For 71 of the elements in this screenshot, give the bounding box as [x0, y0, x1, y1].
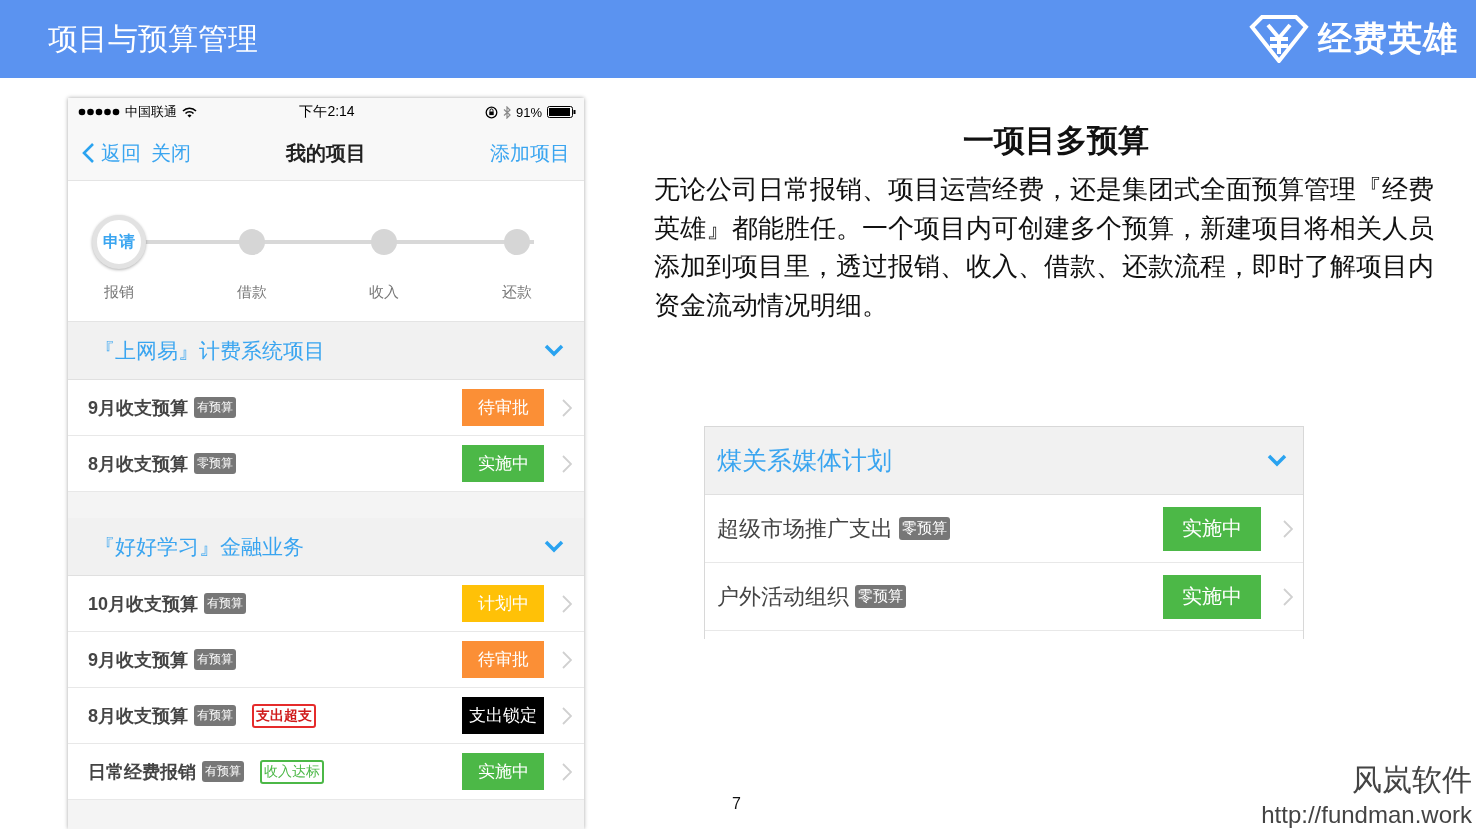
status-badge: 支出锁定	[462, 697, 544, 734]
group-title: 『好好学习』金融业务	[94, 533, 304, 560]
carrier-name: 中国联通	[125, 103, 177, 121]
step-label: 还款	[500, 283, 533, 302]
budget-name: 9月收支预算	[88, 648, 188, 672]
slide-title: 项目与预算管理	[48, 20, 258, 57]
budget-tag: 零预算	[194, 453, 236, 474]
budget-row[interactable]: 10月收支预算 有预算 计划中	[68, 576, 584, 632]
status-badge: 实施中	[1162, 574, 1261, 619]
company-name: 风岚软件	[1351, 762, 1472, 798]
page-number: 7	[732, 795, 741, 813]
budget-row[interactable]: 日常经费报销 有预算 收入达标 实施中	[68, 744, 584, 800]
status-badge: 实施中	[1162, 506, 1261, 551]
chevron-down-icon	[544, 540, 564, 553]
bluetooth-icon	[502, 105, 511, 119]
status-time: 下午2:14	[299, 103, 355, 121]
battery-icon	[547, 106, 576, 118]
budget-name: 8月收支预算	[88, 704, 188, 728]
chevron-right-icon	[562, 706, 572, 725]
signal-icon	[78, 108, 120, 116]
brand-name: 经费英雄	[1318, 18, 1458, 59]
chevron-right-icon	[562, 650, 572, 669]
budget-row[interactable]: 9月收支预算 有预算 待审批	[68, 380, 584, 436]
status-flag: 支出超支	[252, 703, 316, 728]
description-text: 无论公司日常报销、项目运营经费，还是集团式全面预算管理『经费英雄』都能胜任。一个项目内可创建多个预算，新建项目将相关人员添加到项目里，透过报销、收入、借款、还款流程，即时了解项目内资金流动情况明细。	[654, 173, 1435, 322]
step-label: 借款	[235, 283, 268, 302]
budget-row[interactable]: 8月收支预算 零预算 实施中	[68, 436, 584, 492]
step-dot[interactable]	[371, 229, 398, 255]
budget-name: 户外活动组织	[716, 582, 849, 611]
budget-tag: 有预算	[202, 761, 244, 782]
battery-percent: 91%	[515, 104, 542, 120]
budget-tag: 有预算	[204, 593, 247, 614]
rotation-lock-icon	[484, 105, 498, 119]
step-label: 报销	[103, 283, 135, 302]
chevron-right-icon	[1282, 519, 1293, 538]
step-dot[interactable]	[238, 229, 265, 255]
chevron-right-icon	[562, 594, 572, 613]
section-heading: 一项目多预算	[963, 122, 1149, 160]
budget-tag: 零预算	[898, 517, 950, 540]
chevron-right-icon	[562, 762, 572, 781]
status-badge: 待审批	[462, 389, 544, 426]
screen-title: 我的项目	[286, 140, 366, 166]
status-flag: 收入达标	[260, 759, 324, 784]
website-url: http://fundman.work	[1261, 801, 1472, 829]
chevron-down-icon	[544, 344, 564, 357]
group-title: 『上网易』计费系统项目	[94, 337, 325, 364]
budget-tag: 有预算	[194, 649, 236, 670]
budget-name: 超级市场推广支出	[716, 514, 893, 543]
chevron-right-icon	[562, 454, 572, 473]
status-badge: 计划中	[462, 585, 544, 622]
status-badge: 实施中	[462, 753, 544, 790]
logo-icon	[1248, 15, 1310, 63]
status-badge: 实施中	[462, 445, 544, 482]
chevron-down-icon	[1266, 454, 1287, 467]
group-title: 煤关系媒体计划	[716, 445, 892, 476]
budget-tag: 有预算	[194, 397, 236, 418]
budget-name: 日常经费报销	[88, 760, 196, 784]
step-label: 收入	[368, 283, 401, 302]
budget-name: 9月收支预算	[88, 396, 188, 420]
budget-row[interactable]: 9月收支预算 有预算 待审批	[68, 632, 584, 688]
budget-name: 10月收支预算	[88, 592, 199, 616]
back-icon	[82, 142, 95, 164]
chevron-right-icon	[562, 398, 572, 417]
budget-tag: 零预算	[854, 585, 906, 608]
status-badge: 待审批	[462, 641, 544, 678]
chevron-right-icon	[1282, 587, 1293, 606]
budget-tag: 有预算	[194, 705, 236, 726]
wifi-icon	[182, 106, 197, 118]
budget-row[interactable]: 8月收支预算 有预算 支出超支 支出锁定	[68, 688, 584, 744]
budget-name: 8月收支预算	[88, 452, 188, 476]
step-dot[interactable]	[503, 229, 530, 255]
